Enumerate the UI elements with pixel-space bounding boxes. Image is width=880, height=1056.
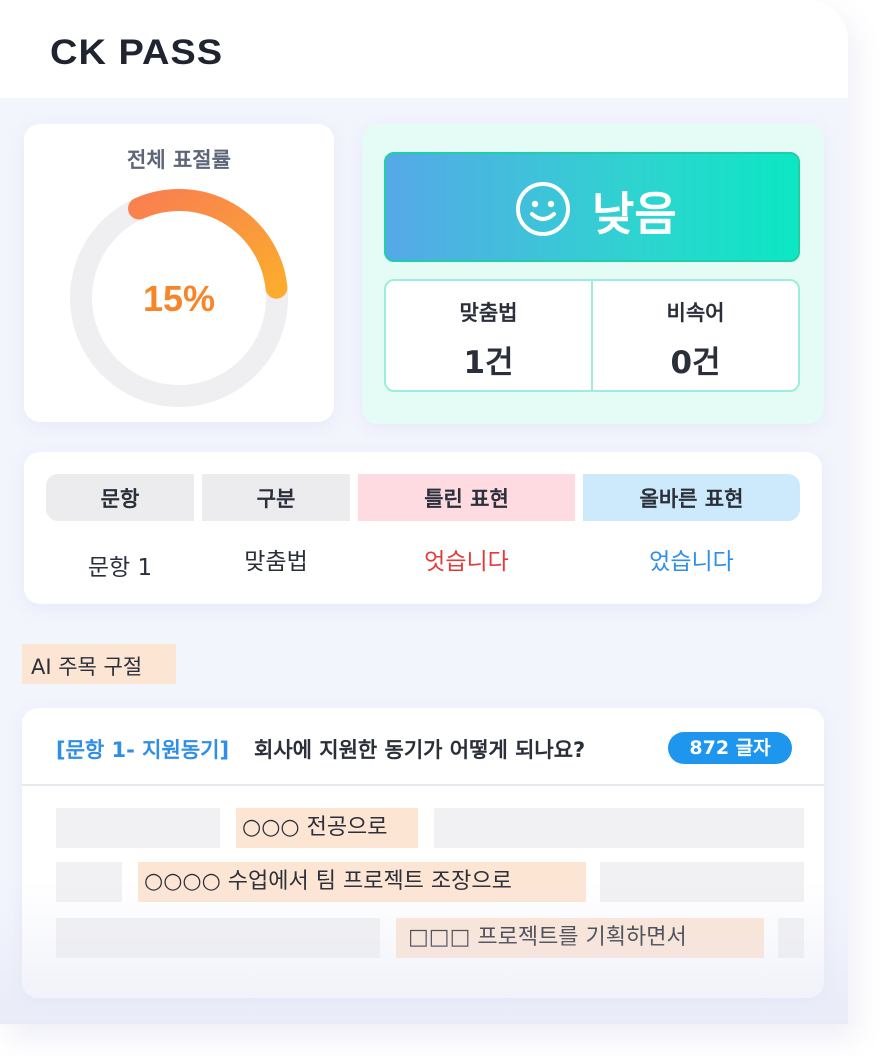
logo: CK PASS xyxy=(50,33,224,73)
plagiarism-rate-value: 15% xyxy=(142,278,216,319)
stat-spelling: 맞춤법 1건 xyxy=(386,281,591,390)
stat-value: 0건 xyxy=(670,345,721,381)
risk-level-banner: 낮음 xyxy=(384,152,800,262)
check-stats: 맞춤법 1건 비속어 0건 xyxy=(384,279,800,392)
cell-correct: 었습니다 xyxy=(649,549,734,575)
header: CK PASS xyxy=(0,0,848,98)
text-block xyxy=(56,862,122,902)
cell-wrong: 엇습니다 xyxy=(424,549,509,575)
divider xyxy=(22,784,824,786)
text-block xyxy=(600,862,804,902)
stat-label: 비속어 xyxy=(666,301,725,325)
app-frame: CK PASS 전체 표절률 15% 낮음 맞춤법 1건 비속어 0건 문항 구… xyxy=(0,0,848,1024)
risk-level-card: 낮음 맞춤법 1건 비속어 0건 xyxy=(362,124,824,424)
question-prefix: [문항 1- 지원동기] xyxy=(56,738,230,762)
donut-progress-arc xyxy=(128,189,288,299)
correction-table: 문항 구분 틀린 표현 올바른 표현 문항 1 맞춤법 엇습니다 었습니다 xyxy=(24,452,822,604)
highlight-phrase[interactable]: □□□ 프로젝트를 기획하면서 xyxy=(396,918,764,958)
ai-highlight-tag: AI 주목 구절 xyxy=(22,644,176,684)
question-text: 회사에 지원한 동기가 어떻게 되나요? xyxy=(254,738,586,762)
text-block xyxy=(778,918,804,958)
char-count-badge: 872 글자 xyxy=(668,732,792,764)
plagiarism-rate-title: 전체 표절률 xyxy=(127,148,231,172)
text-block xyxy=(434,808,804,848)
smile-icon xyxy=(516,182,570,236)
highlight-phrase[interactable]: ○○○ 전공으로 xyxy=(236,808,418,848)
col-header-wrong: 틀린 표현 xyxy=(358,474,575,521)
col-header-correct: 올바른 표현 xyxy=(583,474,800,521)
text-block xyxy=(56,808,220,848)
col-header-item: 문항 xyxy=(46,474,194,521)
stat-value: 1건 xyxy=(463,345,514,381)
cell-item: 문항 1 xyxy=(87,555,153,581)
risk-level-label: 낮음 xyxy=(592,187,677,241)
essay-card: [문항 1- 지원동기] 회사에 지원한 동기가 어떻게 되나요? 872 글자… xyxy=(22,708,824,998)
cell-category: 맞춤법 xyxy=(244,549,308,575)
highlight-phrase[interactable]: ○○○○ 수업에서 팀 프로젝트 조장으로 xyxy=(138,862,586,902)
text-block xyxy=(56,918,380,958)
plagiarism-rate-card: 전체 표절률 15% xyxy=(24,124,334,422)
stat-label: 맞춤법 xyxy=(459,301,518,325)
col-header-category: 구분 xyxy=(202,474,350,521)
stat-profanity: 비속어 0건 xyxy=(591,281,798,390)
